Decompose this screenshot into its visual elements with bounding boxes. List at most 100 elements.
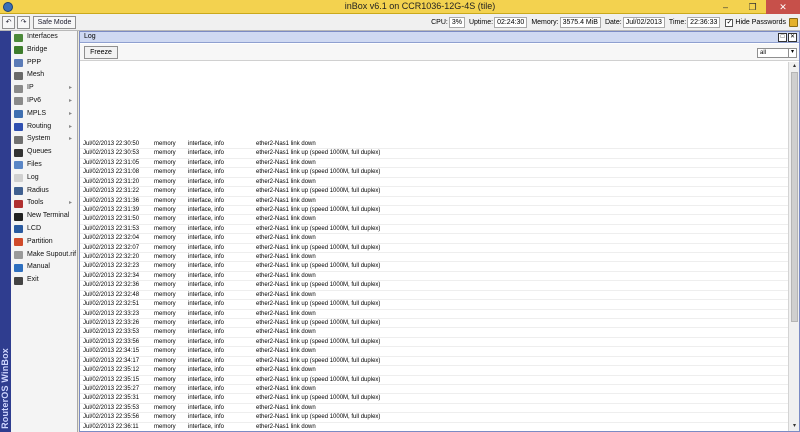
log-row[interactable]: Jul/02/2013 22:31:39 memory interface, inf… (80, 206, 788, 216)
log-time: Jul/02/2013 22:32:04 (83, 235, 140, 242)
log-row[interactable]: Jul/02/2013 22:31:50 memory interface, inf… (80, 215, 788, 225)
sidebar-item-ipv6[interactable]: IPv6 ▸ (11, 95, 77, 108)
log-topics: interface, info (188, 385, 225, 392)
log-row[interactable]: Jul/02/2013 22:32:51 memory interface, inf… (80, 300, 788, 310)
scrollbar-thumb[interactable] (791, 72, 798, 322)
sidebar-item-partition[interactable]: Partition (11, 236, 77, 249)
log-buffer: memory (154, 178, 176, 185)
vertical-scrollbar[interactable]: ▴ ▾ (788, 62, 799, 431)
submenu-arrow-icon: ▸ (68, 123, 72, 130)
log-row[interactable]: Jul/02/2013 22:34:17 memory interface, inf… (80, 357, 788, 367)
log-buffer: memory (154, 159, 176, 166)
log-filter-select[interactable]: all ▾ (757, 48, 797, 58)
log-buffer: memory (154, 216, 176, 223)
sidebar-item-label: New Terminal (27, 212, 70, 220)
log-row[interactable]: Jul/02/2013 22:31:53 memory interface, inf… (80, 225, 788, 235)
log-row[interactable]: Jul/02/2013 22:33:53 memory interface, inf… (80, 328, 788, 338)
log-row[interactable]: Jul/02/2013 22:33:23 memory interface, inf… (80, 310, 788, 320)
log-topics: interface, info (188, 216, 225, 223)
log-message: ether2-Nas1 link up (speed 1000M, full d… (256, 263, 381, 270)
sidebar-item-new-terminal[interactable]: New Terminal (11, 210, 77, 223)
log-message: ether2-Nas1 link up (speed 1000M, full d… (256, 244, 381, 251)
sidebar-item-bridge[interactable]: Bridge (11, 44, 77, 57)
log-time: Jul/02/2013 22:35:12 (83, 367, 140, 374)
sidebar-item-ppp[interactable]: PPP (11, 57, 77, 70)
sidebar-item-log[interactable]: Log (11, 172, 77, 185)
log-row[interactable]: Jul/02/2013 22:31:22 memory interface, inf… (80, 187, 788, 197)
log-row[interactable]: Jul/02/2013 22:35:31 memory interface, inf… (80, 394, 788, 404)
sidebar-item-tools[interactable]: Tools ▸ (11, 197, 77, 210)
submenu-arrow-icon: ▸ (68, 97, 72, 104)
log-buffer: memory (154, 395, 176, 402)
safe-mode-button[interactable]: Safe Mode (33, 16, 76, 29)
undo-button[interactable]: ↶ (2, 16, 15, 29)
hide-passwords-label: Hide Passwords (735, 19, 786, 26)
log-row[interactable]: Jul/02/2013 22:31:36 memory interface, inf… (80, 197, 788, 206)
sidebar-item-exit[interactable]: Exit (11, 274, 77, 287)
sidebar-item-lcd[interactable]: LCD (11, 223, 77, 236)
sidebar-item-ip[interactable]: IP ▸ (11, 82, 77, 95)
sidebar-item-files[interactable]: Files (11, 159, 77, 172)
log-row[interactable]: Jul/02/2013 22:35:12 memory interface, inf… (80, 366, 788, 376)
log-time: Jul/02/2013 22:33:26 (83, 320, 140, 327)
log-time: Jul/02/2013 22:31:50 (83, 216, 140, 223)
log-row[interactable]: Jul/02/2013 22:35:15 memory interface, inf… (80, 376, 788, 385)
sidebar-item-mpls[interactable]: MPLS ▸ (11, 108, 77, 121)
log-row[interactable]: Jul/02/2013 22:31:20 memory interface, inf… (80, 178, 788, 188)
close-button[interactable]: ✕ (766, 0, 800, 14)
brand-strip: RouterOS WinBox (0, 31, 11, 432)
log-row[interactable]: Jul/02/2013 22:32:07 memory interface, inf… (80, 244, 788, 254)
memory-label: Memory: (531, 19, 559, 26)
log-topics: interface, info (188, 282, 225, 289)
log-row[interactable]: Jul/02/2013 22:35:56 memory interface, inf… (80, 413, 788, 423)
scroll-up-icon[interactable]: ▴ (790, 62, 799, 71)
minimize-button[interactable]: – (712, 0, 739, 14)
log-message: ether2-Nas1 link up (speed 1000M, full d… (256, 282, 381, 289)
restore-button[interactable]: ❐ (739, 0, 766, 14)
log-row[interactable]: Jul/02/2013 22:32:23 memory interface, inf… (80, 262, 788, 272)
log-row[interactable]: Jul/02/2013 22:32:34 memory interface, inf… (80, 272, 788, 282)
sidebar-item-mesh[interactable]: Mesh (11, 69, 77, 82)
log-row[interactable]: Jul/02/2013 22:34:15 memory interface, inf… (80, 347, 788, 357)
chevron-down-icon[interactable]: ▾ (788, 49, 796, 57)
log-row[interactable]: Jul/02/2013 22:33:56 memory interface, inf… (80, 338, 788, 348)
log-row[interactable]: Jul/02/2013 22:32:20 memory interface, inf… (80, 253, 788, 263)
log-row[interactable]: Jul/02/2013 22:32:48 memory interface, inf… (80, 291, 788, 301)
log-message: ether2-Nas1 link down (256, 141, 316, 147)
log-time: Jul/02/2013 22:30:53 (83, 150, 140, 157)
cpu-label: CPU: (431, 19, 448, 26)
redo-button[interactable]: ↷ (17, 16, 30, 29)
hide-passwords-checkbox[interactable]: ✓ (725, 18, 734, 27)
log-row[interactable]: Jul/02/2013 22:35:53 memory interface, inf… (80, 404, 788, 414)
log-row[interactable]: Jul/02/2013 22:30:50 memory interface, inf… (80, 140, 788, 150)
log-topics: interface, info (188, 404, 225, 411)
log-topics: interface, info (188, 357, 225, 364)
log-row[interactable]: Jul/02/2013 22:32:36 memory interface, inf… (80, 281, 788, 291)
sidebar-item-manual[interactable]: Manual (11, 261, 77, 274)
sidebar-item-radius[interactable]: Radius (11, 185, 77, 198)
sidebar-item-make-supout-rif[interactable]: Make Supout.rif (11, 249, 77, 262)
log-row[interactable]: Jul/02/2013 22:32:04 memory interface, inf… (80, 234, 788, 244)
window-close-icon[interactable]: ✕ (788, 33, 797, 42)
log-time: Jul/02/2013 22:31:08 (83, 169, 140, 176)
log-row[interactable]: Jul/02/2013 22:30:53 memory interface, inf… (80, 149, 788, 159)
sidebar-item-label: Files (27, 160, 42, 168)
freeze-button[interactable]: Freeze (84, 46, 118, 59)
log-row[interactable]: Jul/02/2013 22:35:27 memory interface, inf… (80, 385, 788, 395)
sidebar-item-system[interactable]: System ▸ (11, 133, 77, 146)
sidebar-item-queues[interactable]: Queues (11, 146, 77, 159)
log-row[interactable]: Jul/02/2013 22:36:11 memory interface, inf… (80, 423, 788, 431)
log-time: Jul/02/2013 22:35:53 (83, 404, 140, 411)
sidebar-item-label: Interfaces (27, 33, 58, 40)
window-maximize-icon[interactable]: □ (778, 33, 787, 42)
sidebar-item-interfaces[interactable]: Interfaces (11, 31, 77, 44)
log-time: Jul/02/2013 22:36:11 (83, 423, 139, 430)
interfaces-icon (14, 33, 23, 42)
log-row[interactable]: Jul/02/2013 22:31:05 memory interface, inf… (80, 159, 788, 169)
scroll-down-icon[interactable]: ▾ (790, 422, 799, 431)
sidebar-item-routing[interactable]: Routing ▸ (11, 121, 77, 134)
log-row[interactable]: Jul/02/2013 22:31:08 memory interface, inf… (80, 168, 788, 178)
log-topics: interface, info (188, 367, 225, 374)
log-row[interactable]: Jul/02/2013 22:33:26 memory interface, inf… (80, 319, 788, 329)
log-topics: interface, info (188, 197, 225, 204)
